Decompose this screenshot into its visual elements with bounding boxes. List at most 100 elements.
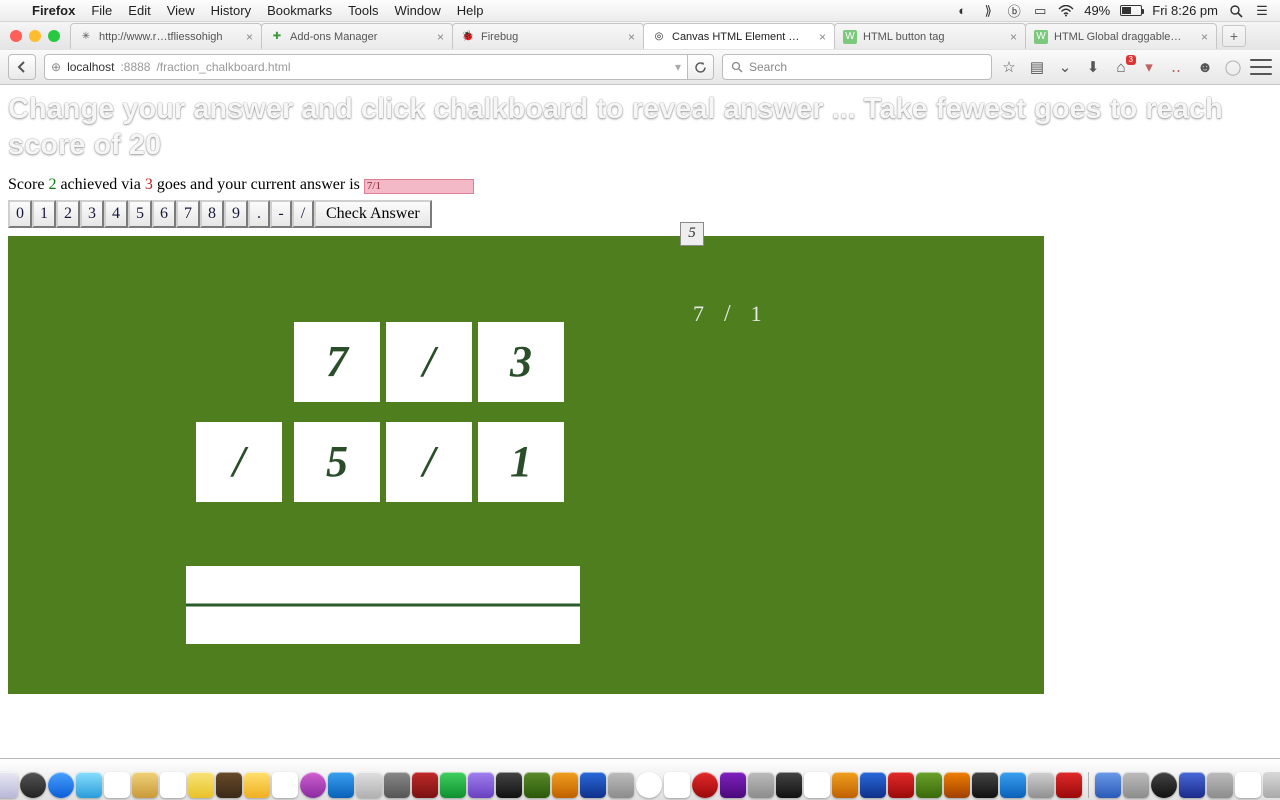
digit-button-8[interactable]: 8 — [200, 200, 224, 228]
battery-icon[interactable] — [1120, 5, 1142, 16]
status-icon[interactable]: ⓑ — [1006, 3, 1022, 19]
dock-app-icon[interactable] — [524, 772, 550, 798]
dock-app-icon[interactable] — [244, 772, 270, 798]
dock-app-icon[interactable] — [160, 772, 186, 798]
dock-app-icon[interactable] — [636, 772, 662, 798]
dock-app-icon[interactable] — [1235, 772, 1261, 798]
toolbar-icon[interactable]: ▾ — [1140, 58, 1158, 76]
browser-tab[interactable]: 🐞 Firebug × — [452, 23, 644, 49]
dock-app-icon[interactable] — [1123, 772, 1149, 798]
window-close-button[interactable] — [10, 30, 22, 42]
tile-bot-left[interactable]: 5 — [294, 422, 380, 502]
dock-app-icon[interactable] — [300, 772, 326, 798]
chalkboard[interactable]: 7 / 1 7 / 3 / 5 / 1 — [8, 236, 1044, 694]
menu-tools[interactable]: Tools — [348, 3, 378, 18]
digit-button-6[interactable]: 6 — [152, 200, 176, 228]
browser-tab[interactable]: ✳ http://www.r…tfliessohigh × — [70, 23, 262, 49]
dock-app-icon[interactable] — [1207, 772, 1233, 798]
site-identity-icon[interactable]: ⊕ — [51, 60, 61, 74]
dock-app-icon[interactable] — [1095, 772, 1121, 798]
dock-app-icon[interactable] — [664, 772, 690, 798]
browser-tab-active[interactable]: ◎ Canvas HTML Element … × — [643, 23, 835, 49]
tile-outer-op[interactable]: / — [196, 422, 282, 502]
dropdown-icon[interactable]: ▾ — [675, 60, 681, 74]
answer-input[interactable]: 7/1 — [364, 179, 474, 194]
dock-app-icon[interactable] — [916, 772, 942, 798]
home-button[interactable]: ⌂3 — [1112, 59, 1130, 76]
digit-button-0[interactable]: 0 — [8, 200, 32, 228]
dock-app-icon[interactable] — [104, 772, 130, 798]
dock-app-icon[interactable] — [972, 772, 998, 798]
dock-app-icon[interactable] — [48, 772, 74, 798]
browser-tab[interactable]: ✚ Add-ons Manager × — [261, 23, 453, 49]
toolbar-icon[interactable]: ☻ — [1196, 59, 1214, 76]
dock-app-icon[interactable] — [748, 772, 774, 798]
airplay-icon[interactable]: ▭ — [1032, 3, 1048, 19]
digit-button-7[interactable]: 7 — [176, 200, 200, 228]
toolbar-icon[interactable]: ‥ — [1168, 58, 1186, 76]
reader-icon[interactable]: ▤ — [1028, 58, 1046, 76]
digit-button-4[interactable]: 4 — [104, 200, 128, 228]
check-answer-button[interactable]: Check Answer — [314, 200, 432, 228]
digit-button-minus[interactable]: - — [270, 200, 292, 228]
window-minimize-button[interactable] — [29, 30, 41, 42]
dock-app-icon[interactable] — [20, 772, 46, 798]
dock-app-icon[interactable] — [188, 772, 214, 798]
menubar-app-name[interactable]: Firefox — [32, 3, 75, 18]
dock-app-icon[interactable] — [468, 772, 494, 798]
dock-app-icon[interactable] — [272, 772, 298, 798]
menu-history[interactable]: History — [211, 3, 251, 18]
dock-app-icon[interactable] — [1151, 772, 1177, 798]
tile-bot-right[interactable]: 1 — [478, 422, 564, 502]
tab-close-icon[interactable]: × — [628, 30, 635, 44]
reload-button[interactable] — [688, 54, 714, 80]
digit-button-2[interactable]: 2 — [56, 200, 80, 228]
digit-button-dot[interactable]: . — [248, 200, 270, 228]
menu-file[interactable]: File — [91, 3, 112, 18]
notification-center-icon[interactable]: ☰ — [1254, 3, 1270, 19]
dock-app-icon[interactable] — [384, 772, 410, 798]
dock-app-icon[interactable] — [580, 772, 606, 798]
dock-app-icon[interactable] — [776, 772, 802, 798]
tab-close-icon[interactable]: × — [246, 30, 253, 44]
digit-button-3[interactable]: 3 — [80, 200, 104, 228]
dock-app-icon[interactable] — [1000, 772, 1026, 798]
dock-app-icon[interactable] — [832, 772, 858, 798]
dock-app-icon[interactable] — [496, 772, 522, 798]
window-zoom-button[interactable] — [48, 30, 60, 42]
status-icon[interactable]: ◐ — [954, 3, 970, 19]
dock-app-icon[interactable] — [412, 772, 438, 798]
dock-app-icon[interactable] — [1056, 772, 1082, 798]
dock-app-icon[interactable] — [328, 772, 354, 798]
dock-app-icon[interactable] — [608, 772, 634, 798]
tile-top-right[interactable]: 3 — [478, 322, 564, 402]
tab-close-icon[interactable]: × — [1201, 30, 1208, 44]
dock-app-icon[interactable] — [1028, 772, 1054, 798]
menu-bookmarks[interactable]: Bookmarks — [267, 3, 332, 18]
dock-app-icon[interactable] — [860, 772, 886, 798]
dock-app-icon[interactable] — [0, 772, 18, 798]
menu-view[interactable]: View — [167, 3, 195, 18]
pocket-icon[interactable]: ⌄ — [1056, 58, 1074, 76]
dock-app-icon[interactable] — [720, 772, 746, 798]
dock-app-icon[interactable] — [888, 772, 914, 798]
browser-tab[interactable]: W HTML button tag × — [834, 23, 1026, 49]
dock-app-icon[interactable] — [804, 772, 830, 798]
dock-trash-icon[interactable] — [1263, 772, 1280, 798]
tile-bot-op[interactable]: / — [386, 422, 472, 502]
menu-window[interactable]: Window — [395, 3, 441, 18]
dock-app-icon[interactable] — [356, 772, 382, 798]
search-bar[interactable]: Search — [722, 54, 992, 80]
digit-button-slash[interactable]: / — [292, 200, 314, 228]
bookmark-star-icon[interactable]: ☆ — [1000, 58, 1018, 76]
dock-app-icon[interactable] — [944, 772, 970, 798]
downloads-icon[interactable]: ⬇ — [1084, 58, 1102, 76]
tile-top-left[interactable]: 7 — [294, 322, 380, 402]
toolbar-icon[interactable]: ◯ — [1224, 58, 1242, 76]
wifi-icon[interactable] — [1058, 3, 1074, 19]
dock-app-icon[interactable] — [1179, 772, 1205, 798]
dock-app-icon[interactable] — [440, 772, 466, 798]
digit-button-5[interactable]: 5 — [128, 200, 152, 228]
tile-top-op[interactable]: / — [386, 322, 472, 402]
dock-app-icon[interactable] — [692, 772, 718, 798]
